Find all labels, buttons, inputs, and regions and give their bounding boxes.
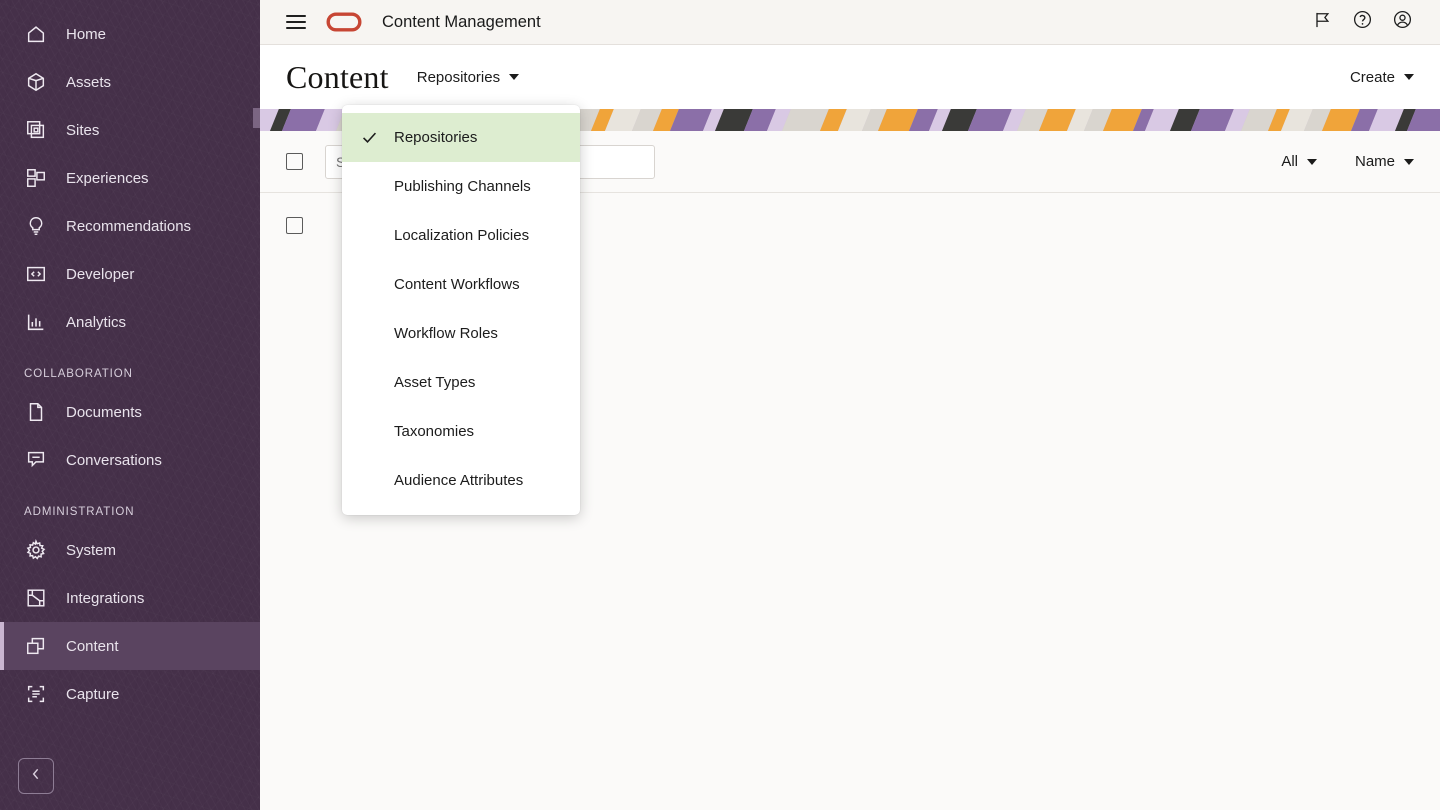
filter-dropdown[interactable]: All bbox=[1279, 149, 1319, 174]
page-title: Content bbox=[286, 58, 389, 95]
menu-item-asset-types[interactable]: Asset Types bbox=[342, 358, 580, 407]
sidebar-item-label: Content bbox=[66, 637, 119, 655]
menu-item-label: Publishing Channels bbox=[394, 178, 531, 195]
sidebar-item-analytics[interactable]: Analytics bbox=[0, 298, 260, 346]
experiences-blocks-icon bbox=[24, 166, 48, 190]
repositories-nav-dropdown-label: Repositories bbox=[416, 68, 501, 86]
sidebar-item-label: Documents bbox=[66, 403, 142, 421]
user-account-icon bbox=[1392, 9, 1413, 35]
sidebar-item-label: Assets bbox=[66, 73, 112, 91]
sidebar-item-home[interactable]: Home bbox=[0, 10, 260, 58]
oracle-logo[interactable] bbox=[326, 11, 362, 33]
assets-cube-icon bbox=[24, 70, 48, 94]
create-button[interactable]: Create bbox=[1348, 65, 1416, 90]
sidebar-item-assets[interactable]: Assets bbox=[0, 58, 260, 106]
menu-item-repositories[interactable]: Repositories bbox=[342, 113, 580, 162]
sidebar-item-label: Home bbox=[66, 25, 107, 43]
conversations-icon bbox=[24, 448, 48, 472]
documents-icon bbox=[24, 400, 48, 424]
sidebar-item-system[interactable]: System bbox=[0, 526, 260, 574]
page-header: Content Repositories Create bbox=[260, 45, 1440, 109]
main-content: Content Management Content Repositories … bbox=[260, 0, 1440, 810]
sort-dropdown[interactable]: Name bbox=[1353, 149, 1416, 174]
sidebar-item-label: Analytics bbox=[66, 313, 127, 331]
sidebar-item-label: Capture bbox=[66, 685, 120, 703]
sidebar-scrollbar-thumb[interactable] bbox=[253, 108, 260, 128]
chevron-down-icon bbox=[1404, 74, 1414, 80]
menu-item-label: Asset Types bbox=[394, 374, 476, 391]
repositories-dropdown-menu: Repositories Publishing Channels Localiz… bbox=[342, 105, 580, 515]
app-title: Content Management bbox=[382, 12, 541, 31]
sidebar-item-label: Sites bbox=[66, 121, 100, 139]
help-circle-icon bbox=[1352, 9, 1373, 35]
sidebar-section-administration: ADMINISTRATION bbox=[24, 506, 135, 518]
menu-item-label: Localization Policies bbox=[394, 227, 530, 244]
sidebar-item-label: Experiences bbox=[66, 169, 149, 187]
menu-item-label: Content Workflows bbox=[394, 276, 520, 293]
menu-item-content-workflows[interactable]: Content Workflows bbox=[342, 260, 580, 309]
user-account-button[interactable] bbox=[1382, 2, 1422, 42]
sidebar-item-sites[interactable]: Sites bbox=[0, 106, 260, 154]
sidebar-section-collaboration: COLLABORATION bbox=[24, 368, 133, 380]
chevron-down-icon bbox=[509, 74, 520, 80]
sort-dropdown-label: Name bbox=[1354, 153, 1395, 170]
capture-scan-icon bbox=[24, 682, 48, 706]
sidebar-nav: Home Assets Sites Experiences Recommenda… bbox=[0, 0, 260, 718]
sidebar-item-integrations[interactable]: Integrations bbox=[0, 574, 260, 622]
sidebar-collapse-button[interactable] bbox=[18, 758, 54, 794]
menu-item-label: Taxonomies bbox=[394, 423, 475, 440]
create-button-label: Create bbox=[1349, 68, 1395, 86]
chevron-left-icon bbox=[28, 766, 44, 787]
menu-item-label: Workflow Roles bbox=[394, 325, 498, 342]
code-brackets-icon bbox=[24, 262, 48, 286]
flag-icon bbox=[1312, 10, 1332, 35]
sidebar: Home Assets Sites Experiences Recommenda… bbox=[0, 0, 260, 810]
sidebar-item-capture[interactable]: Capture bbox=[0, 670, 260, 718]
check-icon bbox=[360, 128, 384, 147]
top-app-bar: Content Management bbox=[260, 0, 1440, 45]
integrations-puzzle-icon bbox=[24, 586, 48, 610]
home-icon bbox=[24, 22, 48, 46]
sidebar-item-label: Conversations bbox=[66, 451, 162, 469]
sidebar-item-developer[interactable]: Developer bbox=[0, 250, 260, 298]
menu-item-label: Audience Attributes bbox=[394, 472, 524, 489]
select-all-checkbox[interactable] bbox=[286, 153, 303, 170]
lightbulb-icon bbox=[24, 214, 48, 238]
menu-item-audience-attributes[interactable]: Audience Attributes bbox=[342, 456, 580, 505]
sidebar-item-conversations[interactable]: Conversations bbox=[0, 436, 260, 484]
bar-chart-icon bbox=[24, 310, 48, 334]
menu-item-localization-policies[interactable]: Localization Policies bbox=[342, 211, 580, 260]
sidebar-item-label: Recommendations bbox=[66, 217, 192, 235]
announcements-button[interactable] bbox=[1302, 2, 1342, 42]
menu-item-workflow-roles[interactable]: Workflow Roles bbox=[342, 309, 580, 358]
sidebar-item-documents[interactable]: Documents bbox=[0, 388, 260, 436]
sites-pages-icon bbox=[24, 118, 48, 142]
menu-item-taxonomies[interactable]: Taxonomies bbox=[342, 407, 580, 456]
chevron-down-icon bbox=[1306, 158, 1317, 165]
help-button[interactable] bbox=[1342, 2, 1382, 42]
chevron-down-icon bbox=[1404, 158, 1414, 165]
menu-item-label: Repositories bbox=[394, 129, 478, 146]
sidebar-item-experiences[interactable]: Experiences bbox=[0, 154, 260, 202]
sidebar-item-label: Integrations bbox=[66, 589, 145, 607]
content-layers-icon bbox=[24, 634, 48, 658]
menu-item-publishing-channels[interactable]: Publishing Channels bbox=[342, 162, 580, 211]
gear-icon bbox=[24, 538, 48, 562]
sidebar-item-label: Developer bbox=[66, 265, 135, 283]
row-select-checkbox[interactable] bbox=[286, 216, 303, 234]
sidebar-item-content[interactable]: Content bbox=[0, 622, 260, 670]
repositories-nav-dropdown[interactable]: Repositories bbox=[415, 65, 521, 90]
sidebar-item-label: System bbox=[66, 541, 117, 559]
sidebar-item-recommendations[interactable]: Recommendations bbox=[0, 202, 260, 250]
hamburger-icon[interactable] bbox=[286, 11, 306, 33]
filter-dropdown-label: All bbox=[1281, 153, 1298, 170]
